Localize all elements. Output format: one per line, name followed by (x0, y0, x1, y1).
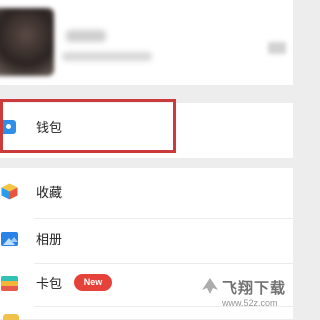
profile-name-blurred (66, 30, 106, 42)
menu-item-album-label[interactable]: 相册 (36, 232, 62, 248)
wallet-highlight-box (0, 99, 176, 153)
profile-header[interactable] (0, 0, 293, 85)
avatar[interactable] (0, 8, 54, 76)
card-pack-icon (1, 276, 18, 291)
watermark-logo-icon (202, 278, 218, 294)
qr-code-icon[interactable] (268, 42, 286, 54)
partial-next-item-icon (3, 314, 19, 320)
wechat-id-blurred (62, 52, 152, 61)
menu-item-favorites-label[interactable]: 收藏 (36, 185, 62, 201)
watermark-url: www.52z.com (222, 298, 278, 308)
divider (34, 218, 293, 219)
favorites-cube-icon (1, 183, 18, 200)
watermark-title: 飞翔下载 (222, 280, 287, 297)
divider (34, 263, 293, 264)
album-icon (1, 232, 18, 246)
new-badge: New (74, 274, 112, 291)
menu-item-card-pack-label[interactable]: 卡包 (36, 276, 62, 292)
